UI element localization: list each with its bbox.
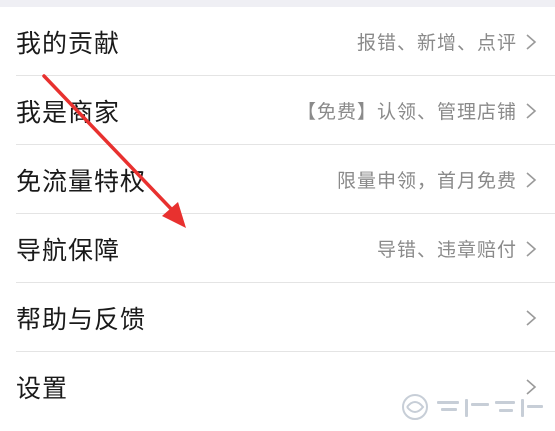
chevron-right-icon [526,33,537,50]
menu-item-right: 导错、违章赔付 [377,235,537,262]
menu-item-detail: 限量申领，首月免费 [336,170,517,192]
menu-item-label: 导航保障 [16,235,121,265]
menu-item-label: 免流量特权 [16,166,147,196]
menu-item-label: 我是商家 [16,97,121,127]
settings-menu-list: 我的贡献 报错、新增、点评 我是商家 【免费】认领、管理店铺 免流量特权 限量申… [0,7,555,421]
menu-item-merchant[interactable]: 我是商家 【免费】认领、管理店铺 [0,76,555,145]
chevron-right-icon [526,240,537,257]
menu-item-label: 我的贡献 [16,28,121,58]
chevron-right-icon [526,309,537,326]
menu-item-help-feedback[interactable]: 帮助与反馈 [0,283,555,352]
menu-item-my-contribution[interactable]: 我的贡献 报错、新增、点评 [0,7,555,76]
menu-item-settings[interactable]: 设置 [0,352,555,421]
menu-item-free-data[interactable]: 免流量特权 限量申领，首月免费 [0,145,555,214]
menu-item-right: 报错、新增、点评 [357,28,537,55]
menu-item-right [517,378,537,396]
menu-item-right [517,309,537,327]
chevron-right-icon [526,171,537,188]
menu-item-right: 限量申领，首月免费 [337,166,537,193]
chevron-right-icon [526,378,537,395]
menu-item-label: 帮助与反馈 [16,304,147,334]
menu-item-detail: 【免费】认领、管理店铺 [296,101,517,123]
top-spacer [0,0,555,7]
menu-item-navigation-guarantee[interactable]: 导航保障 导错、违章赔付 [0,214,555,283]
menu-item-detail: 导错、违章赔付 [376,239,517,261]
menu-item-detail: 报错、新增、点评 [356,32,517,54]
menu-item-label: 设置 [16,373,69,403]
chevron-right-icon [526,102,537,119]
menu-item-right: 【免费】认领、管理店铺 [297,97,537,124]
